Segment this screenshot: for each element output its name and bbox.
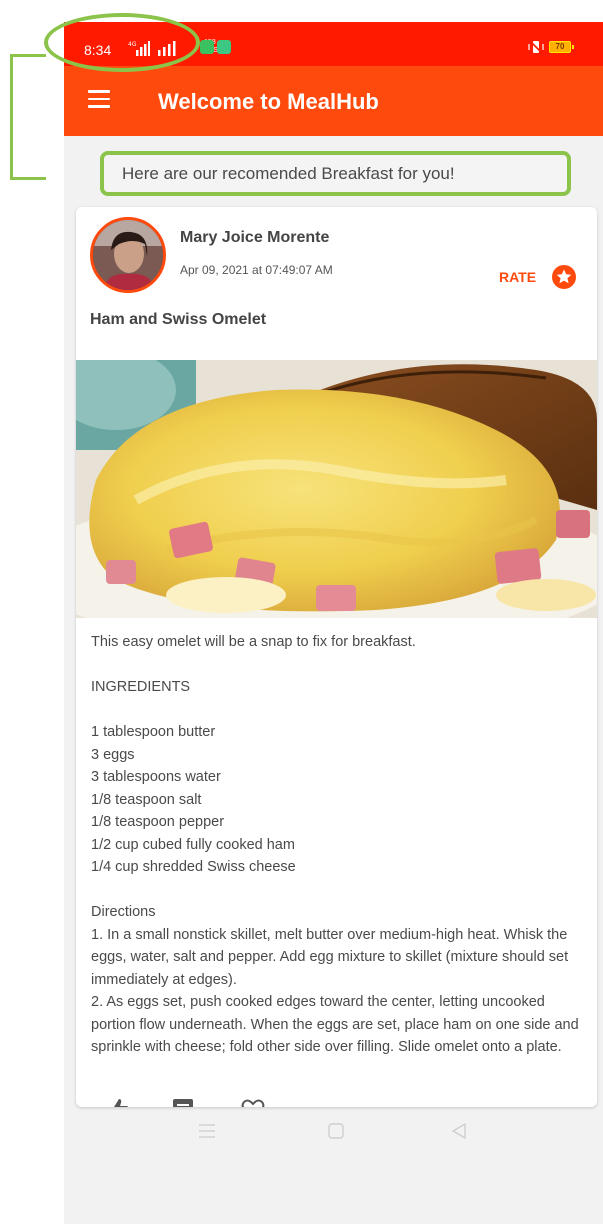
system-nav-bar bbox=[64, 1107, 603, 1224]
heart-icon[interactable] bbox=[241, 1097, 265, 1107]
ingredient-item: 1/8 teaspoon pepper bbox=[91, 814, 225, 830]
ingredient-item: 3 tablespoons water bbox=[91, 769, 221, 785]
recipe-post-card[interactable]: Mary Joice Morente Apr 09, 2021 at 07:49… bbox=[76, 207, 597, 1107]
direction-step: 1. In a small nonstick skillet, melt but… bbox=[91, 926, 569, 988]
back-icon[interactable] bbox=[450, 1122, 468, 1140]
ingredient-item: 1 tablespoon butter bbox=[91, 724, 216, 740]
post-date: Apr 09, 2021 at 07:49:07 AM bbox=[180, 263, 333, 277]
comment-icon[interactable] bbox=[171, 1097, 195, 1107]
annotation-connector bbox=[10, 54, 46, 180]
ingredient-item: 1/2 cup cubed fully cooked ham bbox=[91, 836, 295, 853]
app-title: Welcome to MealHub bbox=[158, 89, 379, 114]
ingredient-item: 1/4 cup shredded Swiss cheese bbox=[91, 859, 296, 875]
vibrate-mute-icon bbox=[528, 40, 544, 54]
avatar-photo bbox=[93, 220, 163, 290]
rate-label: RATE bbox=[499, 269, 537, 285]
ingredient-item: 1/8 teaspoon salt bbox=[91, 791, 202, 808]
ingredient-item: 3 eggs bbox=[91, 746, 135, 763]
like-icon[interactable] bbox=[106, 1097, 130, 1107]
annotation-circle bbox=[44, 13, 200, 72]
recipe-title: Ham and Swiss Omelet bbox=[90, 311, 267, 328]
directions-heading: Directions bbox=[91, 904, 156, 920]
battery-icon: 70 bbox=[549, 41, 574, 53]
post-actions bbox=[76, 1087, 597, 1107]
notification-chat-icon bbox=[217, 40, 231, 54]
recent-apps-icon[interactable] bbox=[197, 1123, 217, 1139]
recipe-description: This easy omelet will be a snap to fix f… bbox=[91, 634, 416, 650]
direction-step: 2. As eggs set, push cooked edges toward… bbox=[91, 994, 579, 1055]
ingredients-heading: INGREDIENTS bbox=[91, 679, 191, 695]
app-bar: Welcome to MealHub bbox=[64, 66, 603, 136]
post-author[interactable]: Mary Joice Morente bbox=[180, 229, 329, 247]
recipe-body: This easy omelet will be a snap to fix f… bbox=[91, 631, 586, 1059]
notification-app-icon bbox=[200, 40, 214, 54]
recipe-photo[interactable] bbox=[76, 360, 597, 618]
star-icon bbox=[552, 265, 576, 289]
home-icon[interactable] bbox=[327, 1122, 345, 1140]
hamburger-menu-icon[interactable] bbox=[88, 90, 110, 108]
recommendation-banner: Here are our recomended Breakfast for yo… bbox=[100, 151, 571, 196]
avatar[interactable] bbox=[90, 217, 166, 293]
